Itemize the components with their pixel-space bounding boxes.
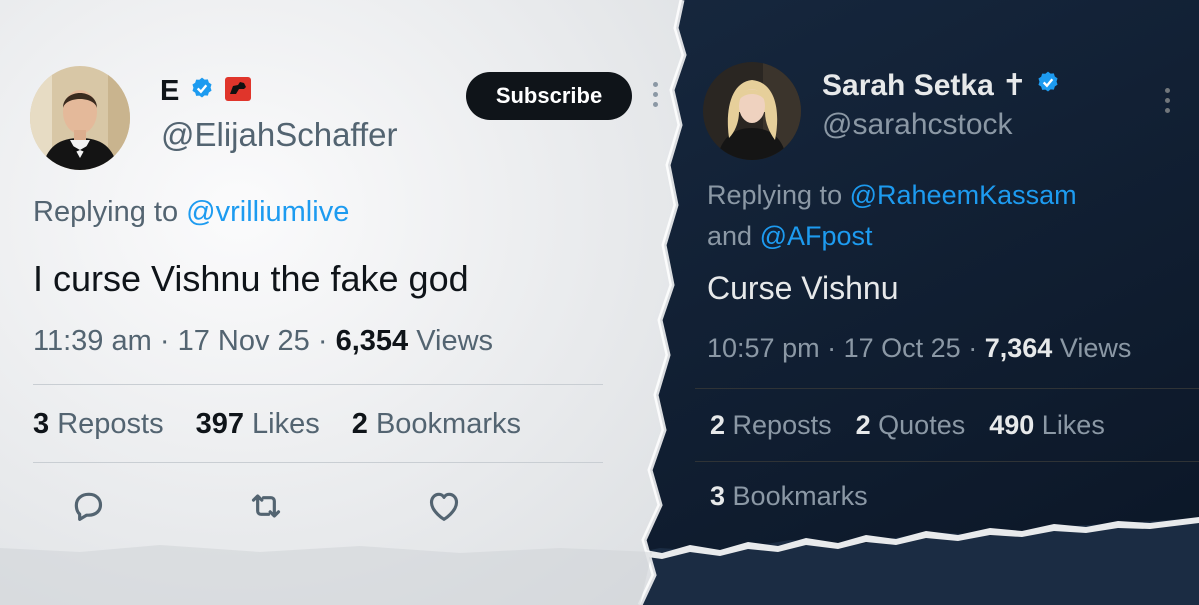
right-tweet-card: Sarah Setka ✝ @sarahcstock Replying to @… — [0, 0, 1199, 605]
engagement-stats-row-2: 3 Bookmarks — [710, 481, 868, 512]
views-count: 7,364 — [984, 333, 1053, 363]
sarah-avatar[interactable] — [703, 62, 801, 160]
views-label: Views — [1059, 333, 1132, 363]
engagement-stats: 2 Reposts 2 Quotes 490 Likes — [710, 410, 1105, 441]
display-name[interactable]: Sarah Setka — [822, 69, 994, 103]
bookmarks-stat[interactable]: 3 Bookmarks — [710, 481, 868, 512]
tweet-date[interactable]: 17 Oct 25 — [844, 333, 961, 363]
reply-prefix: Replying to — [707, 180, 843, 210]
reposts-stat[interactable]: 2 Reposts — [710, 410, 832, 441]
divider — [695, 461, 1199, 462]
meta-separator: · — [827, 333, 837, 363]
tweet-time[interactable]: 10:57 pm — [707, 333, 820, 363]
tweet-meta: 10:57 pm · 17 Oct 25 · 7,364 Views — [707, 333, 1131, 364]
reply-context-line-2: and @AFpost — [707, 221, 873, 252]
divider — [695, 388, 1199, 389]
reply-and: and — [707, 221, 753, 251]
meta-separator: · — [968, 333, 978, 363]
verified-badge-icon — [1035, 70, 1061, 101]
likes-stat[interactable]: 490 Likes — [989, 410, 1105, 441]
right-name-row: Sarah Setka ✝ — [822, 68, 1061, 103]
handle[interactable]: @sarahcstock — [822, 108, 1013, 142]
cross-glyph: ✝ — [1001, 69, 1027, 102]
tweet-text: Curse Vishnu — [707, 270, 899, 306]
reply-context: Replying to @RaheemKassam — [707, 180, 1077, 211]
quotes-stat[interactable]: 2 Quotes — [856, 410, 966, 441]
reply-mention-link[interactable]: @AFpost — [760, 221, 873, 251]
reply-mention-link[interactable]: @RaheemKassam — [850, 180, 1077, 210]
more-icon[interactable] — [1163, 88, 1171, 113]
